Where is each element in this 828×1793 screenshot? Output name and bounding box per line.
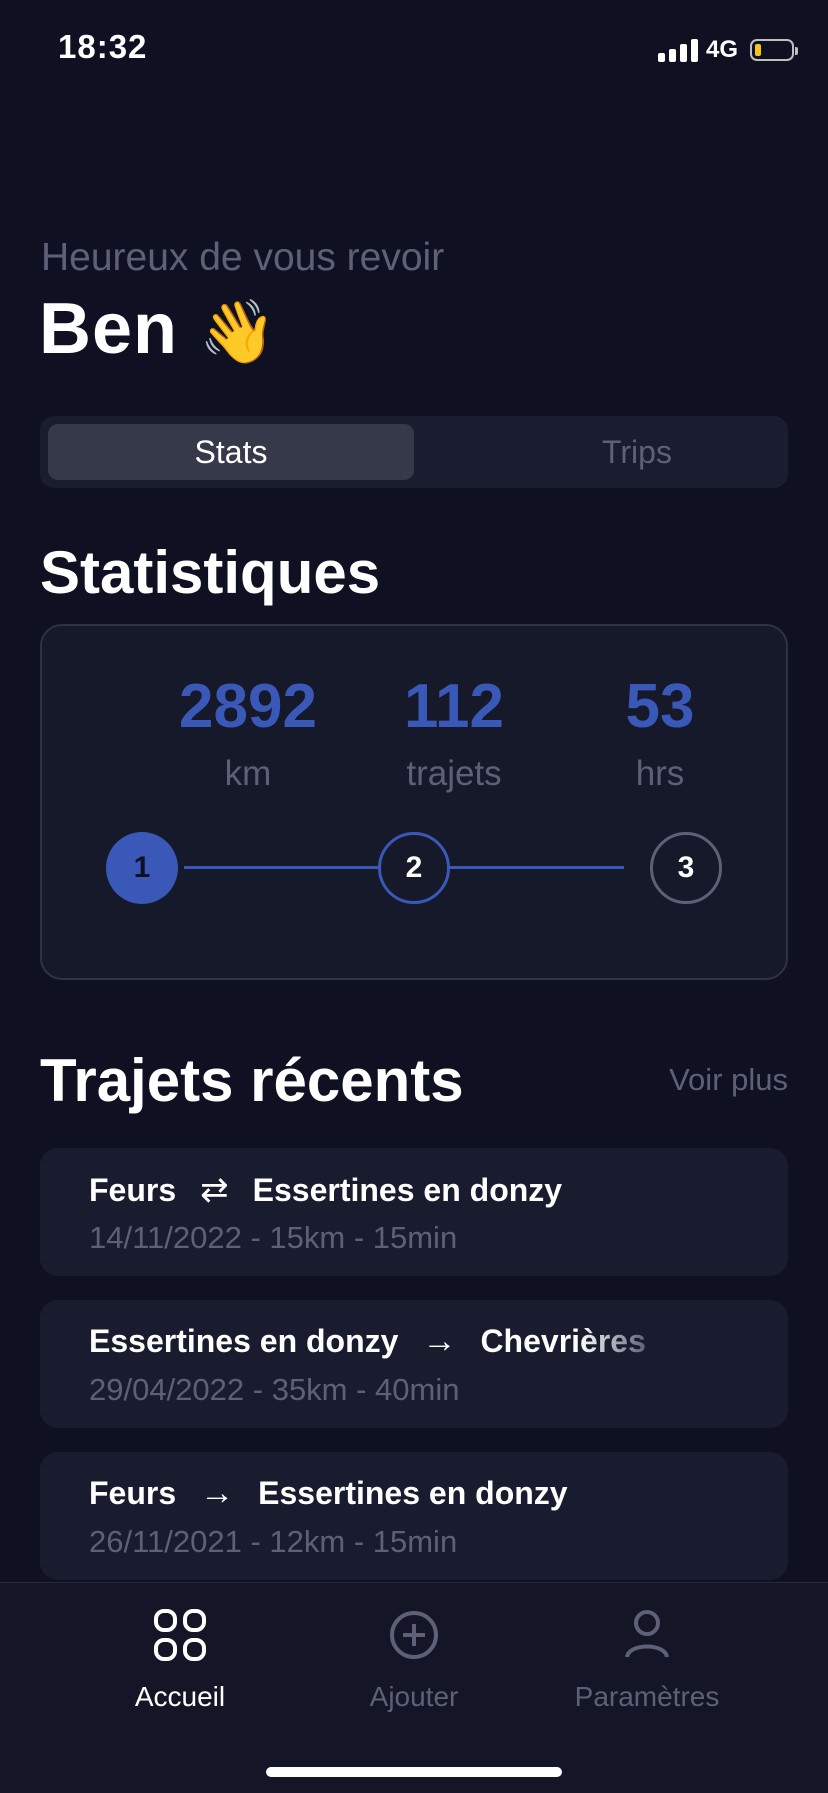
trip-to: Chevrières xyxy=(480,1323,646,1359)
stat-value: 112 xyxy=(403,672,505,741)
plus-circle-icon xyxy=(299,1607,529,1667)
step-1[interactable]: 1 xyxy=(106,832,178,904)
stat-label: hrs xyxy=(635,754,685,793)
home-indicator xyxy=(266,1767,562,1777)
waving-hand-emoji: 👋 xyxy=(199,298,278,367)
trip-from: Feurs xyxy=(89,1171,177,1208)
status-bar: 18:32 4G xyxy=(0,0,828,100)
stat-value: 53 xyxy=(625,672,695,741)
tab-settings[interactable]: Paramètres xyxy=(532,1607,762,1713)
trip-meta: 29/04/2022 - 35km - 40min xyxy=(89,1372,460,1407)
stat-hours: 53 hrs xyxy=(560,676,760,794)
trip-from: Feurs xyxy=(89,1475,177,1511)
trip-route: Feurs ⇄ Essertines en donzy xyxy=(89,1170,562,1210)
round-trip-icon: ⇄ xyxy=(200,1171,229,1209)
tab-label: Paramètres xyxy=(574,1681,720,1712)
trip-item[interactable]: Feurs → Essertines en donzy 26/11/2021 -… xyxy=(40,1452,788,1580)
arrow-right-icon: → xyxy=(422,1322,457,1360)
step-3[interactable]: 3 xyxy=(650,832,722,904)
trip-route: Feurs → Essertines en donzy xyxy=(89,1474,568,1513)
stat-trips: 112 trajets xyxy=(354,676,554,794)
trip-meta: 26/11/2021 - 12km - 15min xyxy=(89,1524,458,1559)
step-2[interactable]: 2 xyxy=(378,832,450,904)
user-icon xyxy=(532,1607,762,1667)
tab-add[interactable]: Ajouter xyxy=(299,1607,529,1713)
bottom-tab-bar: Accueil Ajouter Paramètres xyxy=(0,1582,828,1793)
trip-item[interactable]: Essertines en donzy → Chevrières 29/04/2… xyxy=(40,1300,788,1428)
user-name: Ben 👋 xyxy=(39,288,277,370)
status-indicators: 4G xyxy=(657,36,798,64)
tab-label: Accueil xyxy=(134,1681,226,1712)
segmented-control: Stats Trips xyxy=(40,416,788,488)
tab-stats[interactable]: Stats xyxy=(48,424,414,480)
stat-label: trajets xyxy=(406,754,502,793)
tab-trips[interactable]: Trips xyxy=(454,424,820,480)
trip-route: Essertines en donzy → Chevrières xyxy=(89,1322,646,1361)
stat-value: 2892 xyxy=(179,672,317,741)
status-time: 18:32 xyxy=(58,28,148,65)
network-type: 4G xyxy=(705,36,738,63)
tab-label: Ajouter xyxy=(369,1681,459,1712)
step-connector xyxy=(424,866,624,869)
grid-icon xyxy=(65,1607,295,1667)
battery-icon xyxy=(750,39,798,61)
stat-distance: 2892 km xyxy=(148,676,348,794)
trip-from: Essertines en donzy xyxy=(89,1323,399,1359)
trip-to: Essertines en donzy xyxy=(252,1171,563,1208)
recent-trips-title: Trajets récents xyxy=(40,1047,464,1114)
stats-title: Statistiques xyxy=(40,539,381,606)
greeting-subtitle: Heureux de vous revoir xyxy=(41,236,445,279)
trip-to: Essertines en donzy xyxy=(258,1475,568,1511)
user-name-text: Ben xyxy=(39,289,179,369)
stat-label: km xyxy=(224,754,272,793)
step-connector xyxy=(184,866,384,869)
stats-card: 2892 km 112 trajets 53 hrs 1 2 3 xyxy=(40,624,788,980)
see-more-link[interactable]: Voir plus xyxy=(669,1062,788,1098)
trip-item[interactable]: Feurs ⇄ Essertines en donzy 14/11/2022 -… xyxy=(40,1148,788,1276)
trip-meta: 14/11/2022 - 15km - 15min xyxy=(89,1220,458,1255)
arrow-right-icon: → xyxy=(200,1474,235,1512)
tab-home[interactable]: Accueil xyxy=(65,1607,295,1713)
signal-icon xyxy=(657,38,698,62)
